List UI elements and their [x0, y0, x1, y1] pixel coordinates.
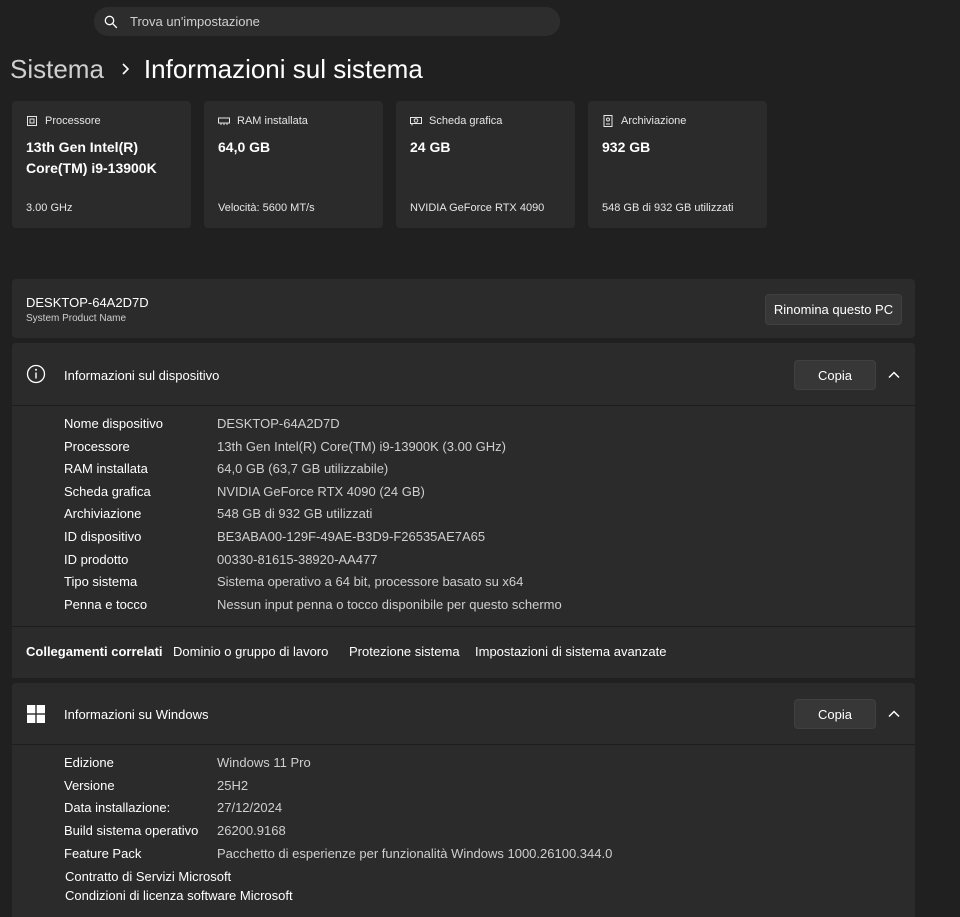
row-value: 64,0 GB (63,7 GB utilizzabile): [217, 461, 389, 476]
row-value: 13th Gen Intel(R) Core(TM) i9-13900K (3.…: [217, 439, 506, 454]
windows-info-title: Informazioni su Windows: [64, 707, 209, 722]
row-key: Scheda grafica: [64, 484, 151, 499]
device-name-panel: DESKTOP-64A2D7D System Product Name Rino…: [12, 279, 915, 338]
row-value: 548 GB di 932 GB utilizzati: [217, 506, 373, 521]
spec-row: Build sistema operativo 26200.9168: [64, 823, 286, 838]
row-value: Pacchetto di esperienze per funzionalità…: [217, 846, 613, 861]
breadcrumb: Sistema Informazioni sul sistema: [10, 52, 423, 86]
spec-value: 24 GB: [410, 139, 451, 155]
link-microsoft-license-terms[interactable]: Condizioni di licenza software Microsoft: [65, 888, 293, 903]
row-key: ID prodotto: [64, 552, 129, 567]
spec-row: Nome dispositivo DESKTOP-64A2D7D: [64, 416, 340, 431]
page-title: Informazioni sul sistema: [143, 53, 423, 84]
spec-row: Data installazione: 27/12/2024: [64, 800, 282, 815]
row-key: ID dispositivo: [64, 529, 142, 544]
spec-row: Tipo sistema Sistema operativo a 64 bit, …: [64, 574, 523, 589]
device-info-body: Nome dispositivo DESKTOP-64A2D7D Processo…: [12, 406, 915, 626]
spec-sub: 548 GB di 932 GB utilizzati: [602, 202, 734, 214]
spec-sub: 3.00 GHz: [26, 202, 73, 214]
spec-value: 64,0 GB: [218, 139, 271, 155]
spec-label: RAM installata: [237, 115, 308, 127]
chevron-up-icon[interactable]: [886, 706, 902, 722]
ram-icon: [218, 115, 230, 127]
link-microsoft-services-agreement[interactable]: Contratto di Servizi Microsoft: [65, 869, 231, 884]
link-domain-workgroup[interactable]: Dominio o gruppo di lavoro: [173, 644, 328, 659]
row-value: 25H2: [217, 778, 249, 793]
device-info-header[interactable]: Informazioni sul dispositivo Copia: [12, 343, 915, 405]
link-system-protection[interactable]: Protezione sistema: [349, 644, 460, 659]
spec-row: Scheda grafica NVIDIA GeForce RTX 4090 (2…: [64, 484, 425, 499]
row-key: Penna e tocco: [64, 597, 148, 612]
spec-label: Processore: [45, 115, 101, 127]
breadcrumb-sistema[interactable]: Sistema: [10, 54, 104, 85]
device-info-title: Informazioni sul dispositivo: [64, 368, 220, 383]
windows-logo-icon: [26, 704, 46, 724]
row-value: BE3ABA00-129F-49AE-B3D9-F26535AE7A65: [217, 529, 486, 544]
search-input[interactable]: Trova un'impostazione: [130, 14, 260, 29]
spec-card-processore: Processore 13th Gen Intel(R) Core(TM) i9…: [12, 101, 191, 228]
row-key: RAM installata: [64, 461, 148, 476]
row-key: Feature Pack: [64, 846, 142, 861]
spec-row: ID prodotto 00330-81615-38920-AA477: [64, 552, 377, 567]
spec-card-gpu: Scheda grafica 24 GB NVIDIA GeForce RTX …: [396, 101, 575, 228]
related-links-bar: Collegamenti correlati Dominio o gruppo …: [12, 627, 915, 678]
search-box[interactable]: Trova un'impostazione: [94, 7, 560, 36]
row-key: Data installazione:: [64, 800, 171, 815]
windows-info-header[interactable]: Informazioni su Windows Copia: [12, 683, 915, 745]
spec-row: Penna e tocco Nessun input penna o tocco …: [64, 597, 562, 612]
spec-sub: Velocità: 5600 MT/s: [218, 202, 315, 214]
row-key: Versione: [64, 778, 115, 793]
row-key: Archiviazione: [64, 506, 142, 521]
device-name: DESKTOP-64A2D7D: [26, 295, 149, 310]
row-value: NVIDIA GeForce RTX 4090 (24 GB): [217, 484, 425, 499]
gpu-icon: [410, 115, 422, 127]
spec-card-storage: Archiviazione 932 GB 548 GB di 932 GB ut…: [588, 101, 767, 228]
storage-icon: [602, 115, 614, 127]
cpu-icon: [26, 115, 38, 127]
row-value: DESKTOP-64A2D7D: [217, 416, 340, 431]
spec-row: ID dispositivo BE3ABA00-129F-49AE-B3D9-F2…: [64, 529, 485, 544]
spec-label: Archiviazione: [621, 115, 687, 127]
spec-card-ram: RAM installata 64,0 GB Velocità: 5600 MT…: [204, 101, 383, 228]
related-links-label: Collegamenti correlati: [26, 644, 163, 659]
row-value: 00330-81615-38920-AA477: [217, 552, 378, 567]
spec-row: Feature Pack Pacchetto di esperienze per …: [64, 846, 612, 861]
spec-row: Processore 13th Gen Intel(R) Core(TM) i9-…: [64, 439, 506, 454]
row-key: Edizione: [64, 755, 114, 770]
spec-row: Edizione Windows 11 Pro: [64, 755, 311, 770]
windows-info-body: Edizione Windows 11 Pro Versione 25H2 Data…: [12, 745, 915, 917]
spec-row: Archiviazione 548 GB di 932 GB utilizzati: [64, 506, 372, 521]
spec-sub: NVIDIA GeForce RTX 4090: [410, 202, 545, 214]
row-value: Nessun input penna o tocco disponibile p…: [217, 597, 562, 612]
rename-pc-button[interactable]: Rinomina questo PC: [765, 294, 902, 325]
row-key: Nome dispositivo: [64, 416, 163, 431]
row-key: Tipo sistema: [64, 574, 138, 589]
link-advanced-settings[interactable]: Impostazioni di sistema avanzate: [475, 644, 666, 659]
spec-label: Scheda grafica: [429, 115, 503, 127]
info-icon: [26, 364, 46, 384]
spec-row: Versione 25H2: [64, 778, 248, 793]
row-value: 27/12/2024: [217, 800, 283, 815]
spec-value: 932 GB: [602, 139, 651, 155]
row-key: Build sistema operativo: [64, 823, 199, 838]
spec-value: 13th Gen Intel(R) Core(TM) i9-13900K: [26, 139, 157, 176]
search-icon: [104, 15, 118, 29]
spec-row: RAM installata 64,0 GB (63,7 GB utilizzab…: [64, 461, 388, 476]
row-value: Windows 11 Pro: [217, 755, 311, 770]
chevron-up-icon[interactable]: [886, 367, 902, 383]
device-product: System Product Name: [26, 313, 127, 324]
row-value: 26200.9168: [217, 823, 286, 838]
copy-device-info-button[interactable]: Copia: [794, 360, 876, 390]
copy-windows-info-button[interactable]: Copia: [794, 699, 876, 729]
chevron-right-icon: [120, 62, 130, 76]
row-value: Sistema operativo a 64 bit, processore b…: [217, 574, 524, 589]
row-key: Processore: [64, 439, 130, 454]
